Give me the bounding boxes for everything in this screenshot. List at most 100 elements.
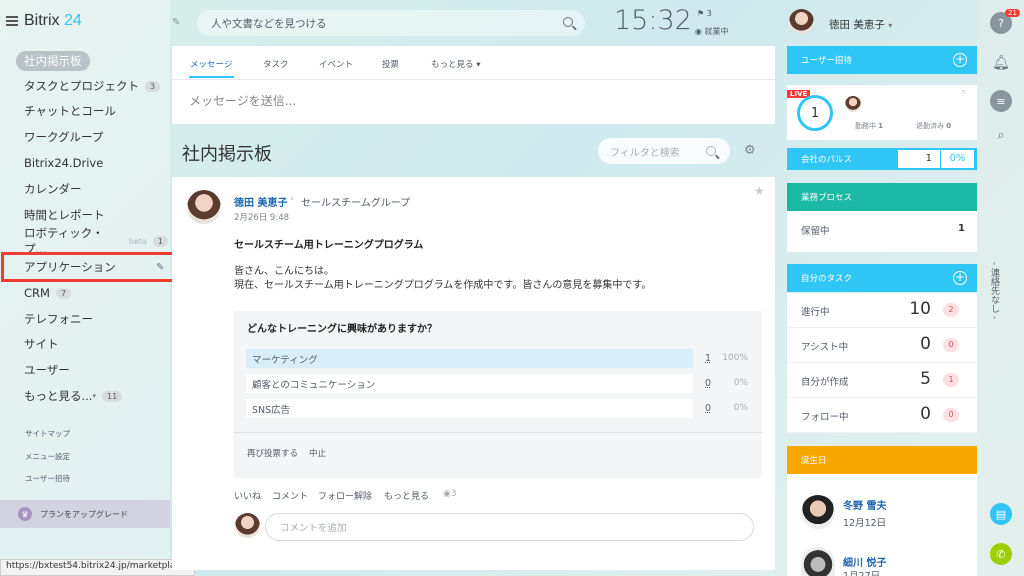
message-input[interactable]: メッセージを送信... (189, 92, 296, 109)
invite-users-link[interactable]: ユーザー招待 (25, 473, 70, 484)
flag-counter[interactable]: ⚑ 3 (697, 9, 712, 18)
search-icon[interactable] (563, 17, 573, 27)
birthday-name[interactable]: 冬野 雪夫 (843, 497, 886, 512)
sidebar-item-chat[interactable]: チャットとコール (14, 98, 168, 124)
sidebar-item-label: チャットとコール (24, 104, 116, 118)
poll-vote-count[interactable]: 0 (705, 378, 711, 389)
help-icon[interactable]: ? (961, 89, 965, 98)
sitemap-link[interactable]: サイトマップ (25, 428, 70, 439)
sidebar-item-more[interactable]: もっと見る... ▾ 11 (14, 383, 168, 409)
online-user-avatar[interactable] (845, 96, 861, 112)
page-title: 社内掲示板 (182, 144, 272, 165)
phone-icon[interactable]: ✆ (990, 543, 1012, 565)
author-avatar[interactable] (187, 190, 221, 224)
task-row-badge: 2 (943, 303, 959, 317)
task-row-label: 進行中 (801, 307, 830, 318)
user-name: 徳田 美恵子 (829, 19, 885, 31)
poll-vote-count[interactable]: 1 (705, 353, 711, 364)
birthday-widget-header[interactable]: 誕生日 (787, 446, 977, 474)
tab-message[interactable]: メッセージ (190, 58, 232, 70)
composer-divider (172, 79, 775, 80)
task-row-following[interactable]: フォロー中 0 0 (787, 398, 977, 433)
menu-settings-link[interactable]: メニュー設定 (25, 451, 70, 462)
present-count: 1 (878, 122, 884, 130)
poll-vote-count[interactable]: 0 (705, 403, 711, 414)
sidebar-item-label: ユーザー (24, 363, 70, 377)
sidebar-item-telephony[interactable]: テレフォニー (14, 306, 168, 332)
star-icon[interactable]: ★ (754, 184, 765, 198)
documents-icon[interactable]: ▤ (990, 503, 1012, 525)
stop-poll-button[interactable]: 中止 (309, 447, 326, 459)
chat-icon[interactable]: ≡ (990, 90, 1012, 112)
tab-event[interactable]: イベント (319, 58, 353, 70)
sidebar-item-feed[interactable]: 社内掲示板 (16, 51, 90, 71)
user-avatar[interactable] (789, 9, 814, 34)
sidebar-item-workgroups[interactable]: ワークグループ (14, 124, 168, 150)
sidebar-item-crm[interactable]: CRM 7 (14, 280, 168, 306)
revote-button[interactable]: 再び投票する (247, 447, 298, 459)
online-count-circle[interactable]: 1 (797, 95, 833, 131)
bp-title: 業務プロセス (801, 193, 853, 203)
search-icon[interactable]: ⌕ (990, 124, 1012, 146)
logo-row: Bitrix 24 (6, 12, 82, 30)
sidebar-item-calendar[interactable]: カレンダー (14, 176, 168, 202)
poll-percent: 0% (733, 378, 748, 388)
commenter-avatar (235, 513, 260, 538)
task-row-created[interactable]: 自分が作成 5 1 (787, 363, 977, 398)
post-body-line1: 皆さん、こんにちは。 (234, 266, 334, 277)
invite-title: ユーザー招待 (801, 56, 852, 66)
plus-icon[interactable]: + (953, 271, 967, 285)
poll-option[interactable]: 顧客とのコミュニケーション (246, 374, 693, 393)
user-menu[interactable]: 徳田 美恵子 ▾ (829, 17, 892, 32)
birthday-avatar[interactable] (801, 495, 835, 529)
upgrade-plan-button[interactable]: ♛ プランをアップグレード (0, 500, 170, 528)
sidebar-item-drive[interactable]: Bitrix24.Drive (14, 150, 168, 176)
pulse-title: 会社のパルス (801, 155, 853, 165)
birthday-name[interactable]: 細川 悦子 (843, 554, 886, 569)
more-button[interactable]: もっと見る (384, 489, 429, 502)
search-icon[interactable] (706, 146, 716, 156)
post-date[interactable]: 2月26日 9:48 (234, 211, 289, 223)
clock[interactable]: 15:32 (614, 5, 692, 36)
sidebar-item-users[interactable]: ユーザー (14, 357, 168, 383)
comment-button[interactable]: コメント (272, 489, 308, 502)
like-button[interactable]: いいね (234, 489, 261, 502)
post-author[interactable]: 徳田 美恵子 (234, 194, 287, 209)
chevron-down-icon: ▾ (476, 60, 481, 70)
bell-icon[interactable]: 🔔︎ (990, 52, 1012, 74)
task-row-assisting[interactable]: アシスト中 0 0 (787, 328, 977, 363)
bp-pending-count: 1 (958, 223, 965, 234)
birthday-avatar[interactable] (801, 547, 835, 576)
pencil-icon[interactable]: ✎ (172, 17, 180, 28)
work-status[interactable]: ◉ 就業中 (695, 26, 729, 37)
tab-more[interactable]: もっと見る ▾ (431, 58, 481, 70)
poll-option[interactable]: SNS広告 (246, 399, 693, 418)
comment-input[interactable]: コメントを追加 (265, 513, 754, 541)
tab-task[interactable]: タスク (263, 58, 289, 70)
my-tasks-header[interactable]: 自分のタスク + (787, 264, 977, 292)
task-row-badge: 0 (943, 408, 959, 422)
post-group[interactable]: セールスチームグループ (301, 194, 410, 209)
menu-burger-icon[interactable] (6, 16, 18, 26)
poll-option[interactable]: マーケティング (246, 349, 693, 368)
unfollow-button[interactable]: フォロー解除 (318, 489, 372, 502)
sidebar-item-tasks[interactable]: タスクとプロジェクト 3 (14, 73, 168, 99)
task-row-in-progress[interactable]: 進行中 10 2 (787, 293, 977, 328)
plus-icon[interactable]: + (953, 53, 967, 67)
present-label: 勤務中 (855, 122, 876, 130)
sidebar-item-sites[interactable]: サイト (14, 331, 168, 357)
poll-divider (234, 432, 762, 433)
views-count: 3 (450, 489, 457, 499)
sidebar-item-label: CRM (24, 286, 50, 300)
bp-widget-header[interactable]: 業務プロセス (787, 183, 977, 211)
count-badge: 1 (152, 235, 168, 247)
logo[interactable]: Bitrix 24 (24, 12, 82, 30)
filter-search-input[interactable]: フィルタと検索 (598, 138, 730, 164)
global-search-input[interactable]: 人や文書などを見つける (197, 10, 585, 36)
gear-icon[interactable]: ⚙ (744, 143, 756, 158)
sidebar-item-rpa[interactable]: ロボティック・プ… beta 1 (14, 226, 168, 256)
tab-poll[interactable]: 投票 (382, 58, 399, 70)
invite-widget-header[interactable]: ユーザー招待 + (787, 46, 977, 74)
beta-label: beta (128, 236, 147, 246)
post-body-line2: 現在、セールスチーム用トレーニングプログラムを作成中です。皆さんの意見を募集中で… (234, 280, 652, 291)
